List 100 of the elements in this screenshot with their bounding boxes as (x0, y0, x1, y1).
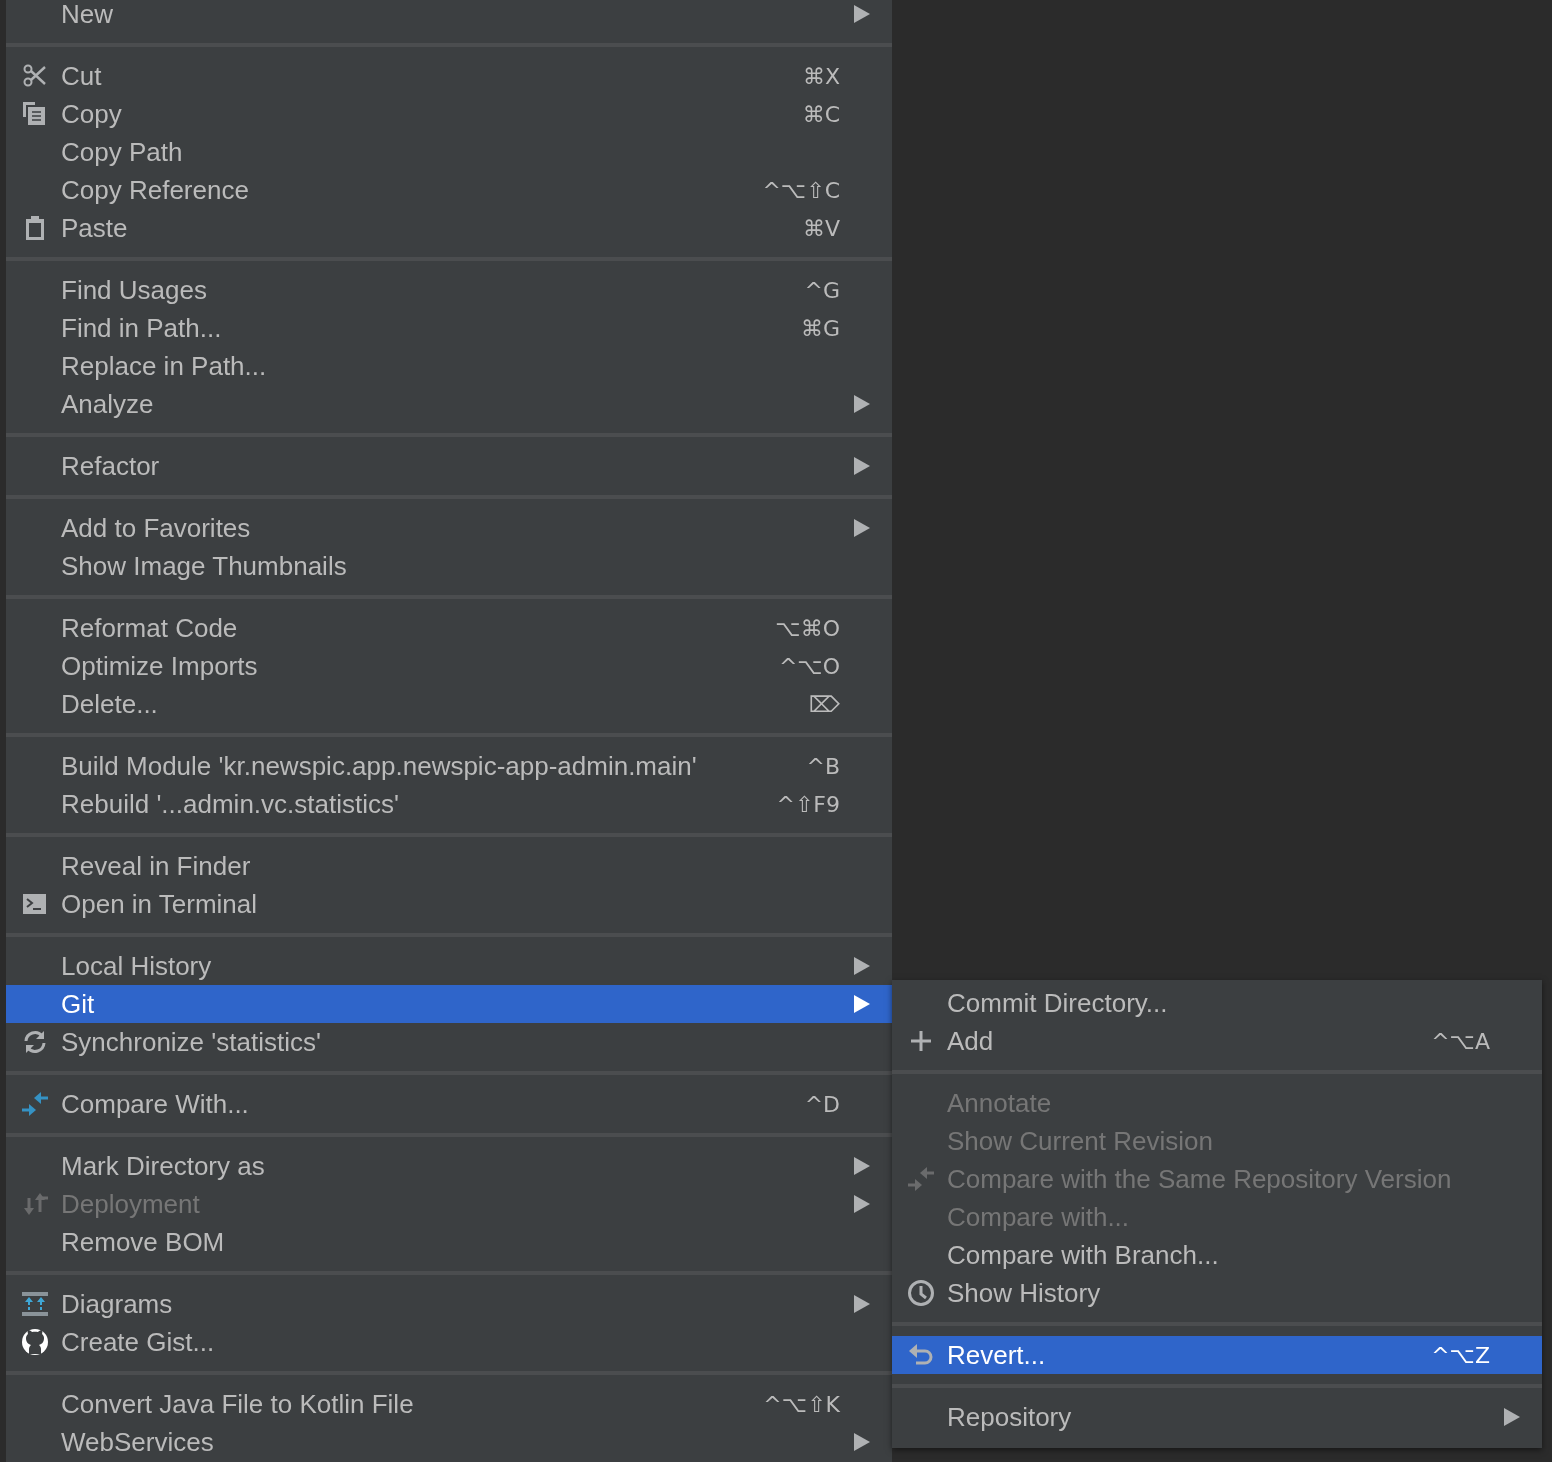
menu-item[interactable]: Delete... ⌦ (6, 685, 892, 723)
menu-item[interactable]: WebServices (6, 1423, 892, 1461)
menu-item[interactable]: Open in Terminal (6, 885, 892, 923)
menu-item[interactable]: Copy Reference ^⌥⇧C (6, 171, 892, 209)
submenu-arrow-icon (854, 457, 870, 475)
menu-item[interactable]: Optimize Imports ^⌥O (6, 647, 892, 685)
menu-item-label: Open in Terminal (61, 887, 259, 921)
menu-item-label: Show Current Revision (947, 1124, 1214, 1158)
submenu-arrow-icon (854, 5, 870, 23)
menu-item[interactable]: Reformat Code ⌥⌘O (6, 609, 892, 647)
shortcut-label: ^G (804, 276, 840, 305)
shortcut-label: ⌘V (802, 214, 840, 243)
menu-item[interactable]: Create Gist... (6, 1323, 892, 1361)
menu-item[interactable]: New (6, 0, 892, 33)
menu-item-label: Find Usages (61, 273, 208, 307)
submenu-arrow-icon (854, 1195, 870, 1213)
menu-item[interactable]: Show Image Thumbnails (6, 547, 892, 585)
menu-item[interactable]: Diagrams (6, 1285, 892, 1323)
menu-item-label: Paste (61, 211, 129, 245)
menu-item[interactable]: Paste ⌘V (6, 209, 892, 247)
menu-item-label: Mark Directory as (61, 1149, 266, 1183)
shortcut-label: ⌦ (808, 690, 840, 719)
submenu-arrow-icon (854, 395, 870, 413)
shortcut-label: ^D (804, 1090, 840, 1119)
menu-item[interactable]: Revert... ^⌥Z (892, 1336, 1542, 1374)
shortcut-label: ⌘C (802, 100, 840, 129)
shortcut-label: ^B (806, 752, 840, 781)
menu-item-label: WebServices (61, 1425, 215, 1459)
menu-item-label: Add to Favorites (61, 511, 252, 545)
menu-item-label: Compare with the Same Repository Version (947, 1162, 1453, 1196)
menu-item[interactable]: Find Usages ^G (6, 271, 892, 309)
menu-item-label: Create Gist... (61, 1325, 216, 1359)
menu-item[interactable]: Find in Path... ⌘G (6, 309, 892, 347)
menu-item[interactable]: Build Module 'kr.newspic.app.newspic-app-admin.main' ^B (6, 747, 892, 785)
menu-item-label: Compare with... (947, 1200, 1131, 1234)
menu-item-label: Diagrams (61, 1287, 174, 1321)
menu-item-label: New (61, 0, 114, 31)
submenu-arrow-icon (854, 1157, 870, 1175)
menu-item-label: Refactor (61, 449, 161, 483)
compare-arrows-icon (906, 1165, 935, 1193)
shortcut-label: ⌘G (800, 314, 840, 343)
menu-item[interactable]: Compare with Branch... (892, 1236, 1542, 1274)
menu-item-label: Show History (947, 1276, 1102, 1310)
menu-item[interactable]: Local History (6, 947, 892, 985)
submenu-arrow-icon (854, 519, 870, 537)
menu-item[interactable]: Commit Directory... (892, 984, 1542, 1022)
menu-item[interactable]: Add to Favorites (6, 509, 892, 547)
menu-item-label: Delete... (61, 687, 159, 721)
menu-item[interactable]: Synchronize 'statistics' (6, 1023, 892, 1061)
menu-item[interactable]: Repository (892, 1398, 1542, 1436)
menu-item-label: Remove BOM (61, 1225, 226, 1259)
menu-item[interactable]: Cut ⌘X (6, 57, 892, 95)
menu-item-label: Cut (61, 59, 103, 93)
menu-item-label: Find in Path... (61, 311, 223, 345)
menu-item-label: Reformat Code (61, 611, 239, 645)
menu-item[interactable]: Analyze (6, 385, 892, 423)
menu-item-label: Repository (947, 1400, 1073, 1434)
submenu-arrow-icon (1504, 1408, 1520, 1426)
menu-item[interactable]: Rebuild '...admin.vc.statistics' ^⇧F9 (6, 785, 892, 823)
menu-item-label: Copy Path (61, 135, 184, 169)
menu-item-label: Compare with Branch... (947, 1238, 1220, 1272)
menu-item[interactable]: Reveal in Finder (6, 847, 892, 885)
menu-item-label: Deployment (61, 1187, 201, 1221)
submenu-arrow-icon (854, 995, 870, 1013)
menu-item-label: Copy (61, 97, 123, 131)
menu-item[interactable]: Copy ⌘C (6, 95, 892, 133)
shortcut-label: ^⇧F9 (776, 790, 840, 819)
menu-item-label: Add (947, 1024, 995, 1058)
menu-item[interactable]: Git (6, 985, 892, 1023)
shortcut-label: ^⌥Z (1431, 1341, 1490, 1370)
menu-item-label: Revert... (947, 1338, 1047, 1372)
shortcut-label: ⌘X (802, 62, 840, 91)
menu-item[interactable]: Remove BOM (6, 1223, 892, 1261)
menu-item[interactable]: Mark Directory as (6, 1147, 892, 1185)
cat-logo-icon (20, 1328, 49, 1356)
menu-item-label: Local History (61, 949, 213, 983)
menu-item[interactable]: Convert Java File to Kotlin File ^⌥⇧K (6, 1385, 892, 1423)
menu-item-label: Annotate (947, 1086, 1053, 1120)
menu-item-label: Analyze (61, 387, 155, 421)
submenu-arrow-icon (854, 957, 870, 975)
shortcut-label: ⌥⌘O (775, 614, 840, 643)
shortcut-label: ^⌥O (778, 652, 840, 681)
menu-item[interactable]: Copy Path (6, 133, 892, 171)
menu-item-label: Compare With... (61, 1087, 250, 1121)
menu-item[interactable]: Compare With... ^D (6, 1085, 892, 1123)
menu-item-label: Rebuild '...admin.vc.statistics' (61, 787, 400, 821)
menu-item-label: Show Image Thumbnails (61, 549, 348, 583)
menu-item[interactable]: Replace in Path... (6, 347, 892, 385)
menu-item[interactable]: Show History (892, 1274, 1542, 1312)
shortcut-label: ^⌥⇧K (763, 1390, 840, 1419)
submenu-arrow-icon (854, 1433, 870, 1451)
menu-item[interactable]: Add ^⌥A (892, 1022, 1542, 1060)
menu-item-label: Synchronize 'statistics' (61, 1025, 322, 1059)
shortcut-label: ^⌥⇧C (762, 176, 840, 205)
menu-item-label: Copy Reference (61, 173, 250, 207)
shortcut-label: ^⌥A (1431, 1027, 1490, 1056)
menu-item-label: Commit Directory... (947, 986, 1169, 1020)
menu-item[interactable]: Refactor (6, 447, 892, 485)
menu-item-label: Build Module 'kr.newspic.app.newspic-app-admin.main' (61, 749, 698, 783)
menu-item-label: Replace in Path... (61, 349, 268, 383)
